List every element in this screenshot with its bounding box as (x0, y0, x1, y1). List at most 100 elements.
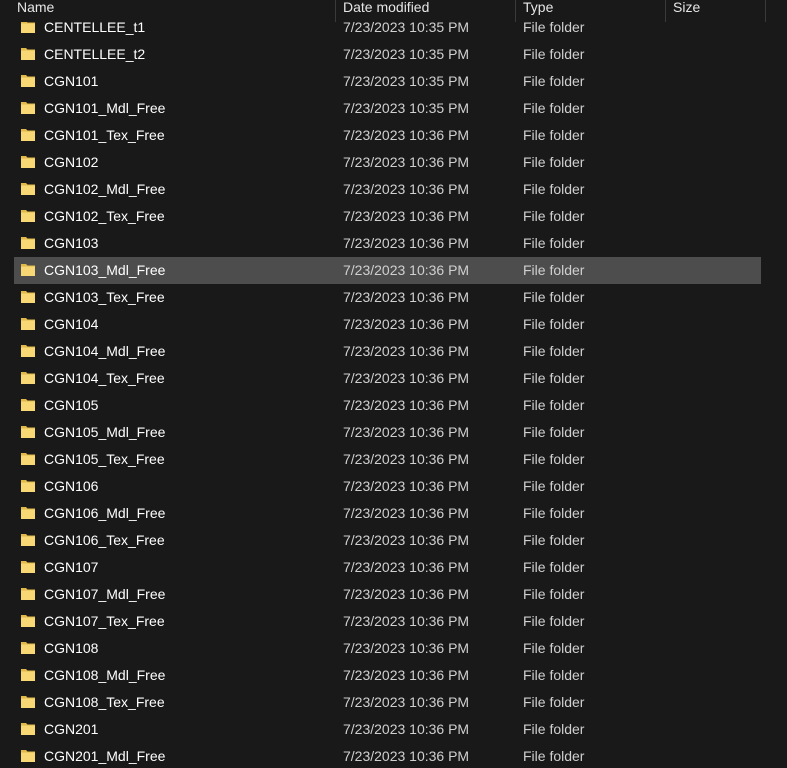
file-type: File folder (523, 370, 585, 386)
file-name: CGN107 (44, 559, 99, 575)
file-row[interactable]: CGN106_Tex_Free 7/23/2023 10:36 PM File fo… (0, 527, 787, 554)
file-date-modified: 7/23/2023 10:36 PM (343, 397, 470, 413)
folder-icon (20, 316, 36, 331)
column-header-size[interactable]: Size (673, 0, 765, 22)
column-header-bar: Name Date modified Type Size (0, 0, 787, 22)
file-name: CGN104 (44, 316, 99, 332)
file-type: File folder (523, 262, 585, 278)
file-size (673, 176, 763, 203)
column-header-date-modified[interactable]: Date modified (343, 0, 515, 22)
file-type: File folder (523, 586, 585, 602)
file-name: CGN107_Mdl_Free (44, 586, 166, 602)
file-row[interactable]: CGN104 7/23/2023 10:36 PM File folder (0, 311, 787, 338)
file-type: File folder (523, 478, 585, 494)
file-name: CGN105_Mdl_Free (44, 424, 166, 440)
file-type: File folder (523, 613, 585, 629)
folder-icon (20, 127, 36, 142)
file-date-modified: 7/23/2023 10:36 PM (343, 208, 470, 224)
file-date-modified: 7/23/2023 10:36 PM (343, 181, 470, 197)
file-name: CGN102_Mdl_Free (44, 181, 166, 197)
file-date-modified: 7/23/2023 10:36 PM (343, 586, 470, 602)
file-type: File folder (523, 316, 585, 332)
file-row[interactable]: CGN201_Mdl_Free 7/23/2023 10:36 PM File fo… (0, 743, 787, 768)
column-header-name[interactable]: Name (17, 0, 335, 22)
file-size (673, 743, 763, 768)
file-row[interactable]: CGN105_Mdl_Free 7/23/2023 10:36 PM File fo… (0, 419, 787, 446)
file-row[interactable]: CGN102_Tex_Free 7/23/2023 10:36 PM File fo… (0, 203, 787, 230)
folder-icon (20, 73, 36, 88)
file-date-modified: 7/23/2023 10:35 PM (343, 46, 470, 62)
file-name: CGN101_Tex_Free (44, 127, 165, 143)
file-size (673, 68, 763, 95)
file-row[interactable]: CGN108_Mdl_Free 7/23/2023 10:36 PM File fo… (0, 662, 787, 689)
file-size (673, 608, 763, 635)
file-type: File folder (523, 208, 585, 224)
file-row[interactable]: CGN102 7/23/2023 10:36 PM File folder (0, 149, 787, 176)
folder-icon (20, 289, 36, 304)
file-row[interactable]: CGN101_Tex_Free 7/23/2023 10:36 PM File fo… (0, 122, 787, 149)
file-date-modified: 7/23/2023 10:36 PM (343, 370, 470, 386)
file-size (673, 284, 763, 311)
file-type: File folder (523, 451, 585, 467)
folder-icon (20, 262, 36, 277)
folder-icon (20, 478, 36, 493)
file-type: File folder (523, 397, 585, 413)
file-size (673, 95, 763, 122)
file-row[interactable]: CGN108 7/23/2023 10:36 PM File folder (0, 635, 787, 662)
file-date-modified: 7/23/2023 10:36 PM (343, 262, 470, 278)
file-row[interactable]: CGN105_Tex_Free 7/23/2023 10:36 PM File fo… (0, 446, 787, 473)
folder-icon (20, 154, 36, 169)
folder-icon (20, 586, 36, 601)
column-divider[interactable] (765, 0, 766, 22)
file-name: CGN101 (44, 73, 99, 89)
file-row[interactable]: CGN101_Mdl_Free 7/23/2023 10:35 PM File fo… (0, 95, 787, 122)
column-header-type[interactable]: Type (523, 0, 665, 22)
file-row[interactable]: CGN104_Mdl_Free 7/23/2023 10:36 PM File fo… (0, 338, 787, 365)
file-row[interactable]: CGN201 7/23/2023 10:36 PM File folder (0, 716, 787, 743)
file-size (673, 689, 763, 716)
file-name: CGN105_Tex_Free (44, 451, 165, 467)
folder-icon (20, 343, 36, 358)
file-date-modified: 7/23/2023 10:36 PM (343, 748, 470, 764)
folder-icon (20, 451, 36, 466)
folder-icon (20, 559, 36, 574)
file-row[interactable]: CGN104_Tex_Free 7/23/2023 10:36 PM File fo… (0, 365, 787, 392)
file-row[interactable]: CGN102_Mdl_Free 7/23/2023 10:36 PM File fo… (0, 176, 787, 203)
folder-icon (20, 721, 36, 736)
file-type: File folder (523, 73, 585, 89)
file-type: File folder (523, 694, 585, 710)
file-name: CGN107_Tex_Free (44, 613, 165, 629)
file-name: CGN106 (44, 478, 99, 494)
file-row[interactable]: CGN103_Tex_Free 7/23/2023 10:36 PM File fo… (0, 284, 787, 311)
file-type: File folder (523, 505, 585, 521)
file-row[interactable]: CGN107_Tex_Free 7/23/2023 10:36 PM File fo… (0, 608, 787, 635)
folder-icon (20, 46, 36, 61)
file-type: File folder (523, 154, 585, 170)
column-divider[interactable] (335, 0, 336, 22)
file-row[interactable]: CGN107 7/23/2023 10:36 PM File folder (0, 554, 787, 581)
file-date-modified: 7/23/2023 10:36 PM (343, 451, 470, 467)
file-row[interactable]: CGN103 7/23/2023 10:36 PM File folder (0, 230, 787, 257)
file-name: CGN105 (44, 397, 99, 413)
column-divider[interactable] (665, 0, 666, 22)
file-row[interactable]: CENTELLEE_t2 7/23/2023 10:35 PM File folde… (0, 41, 787, 68)
file-name: CGN102 (44, 154, 99, 170)
file-row[interactable]: CGN103_Mdl_Free 7/23/2023 10:36 PM File fo… (0, 257, 787, 284)
folder-icon (20, 397, 36, 412)
file-date-modified: 7/23/2023 10:36 PM (343, 532, 470, 548)
file-row[interactable]: CGN101 7/23/2023 10:35 PM File folder (0, 68, 787, 95)
file-row[interactable]: CGN108_Tex_Free 7/23/2023 10:36 PM File fo… (0, 689, 787, 716)
file-row[interactable]: CGN107_Mdl_Free 7/23/2023 10:36 PM File fo… (0, 581, 787, 608)
file-type: File folder (523, 721, 585, 737)
file-type: File folder (523, 289, 585, 305)
column-divider[interactable] (515, 0, 516, 22)
file-row[interactable]: CGN106 7/23/2023 10:36 PM File folder (0, 473, 787, 500)
folder-icon (20, 208, 36, 223)
file-type: File folder (523, 640, 585, 656)
file-date-modified: 7/23/2023 10:36 PM (343, 505, 470, 521)
file-size (673, 662, 763, 689)
file-date-modified: 7/23/2023 10:36 PM (343, 613, 470, 629)
file-date-modified: 7/23/2023 10:36 PM (343, 235, 470, 251)
file-row[interactable]: CGN106_Mdl_Free 7/23/2023 10:36 PM File fo… (0, 500, 787, 527)
file-row[interactable]: CGN105 7/23/2023 10:36 PM File folder (0, 392, 787, 419)
